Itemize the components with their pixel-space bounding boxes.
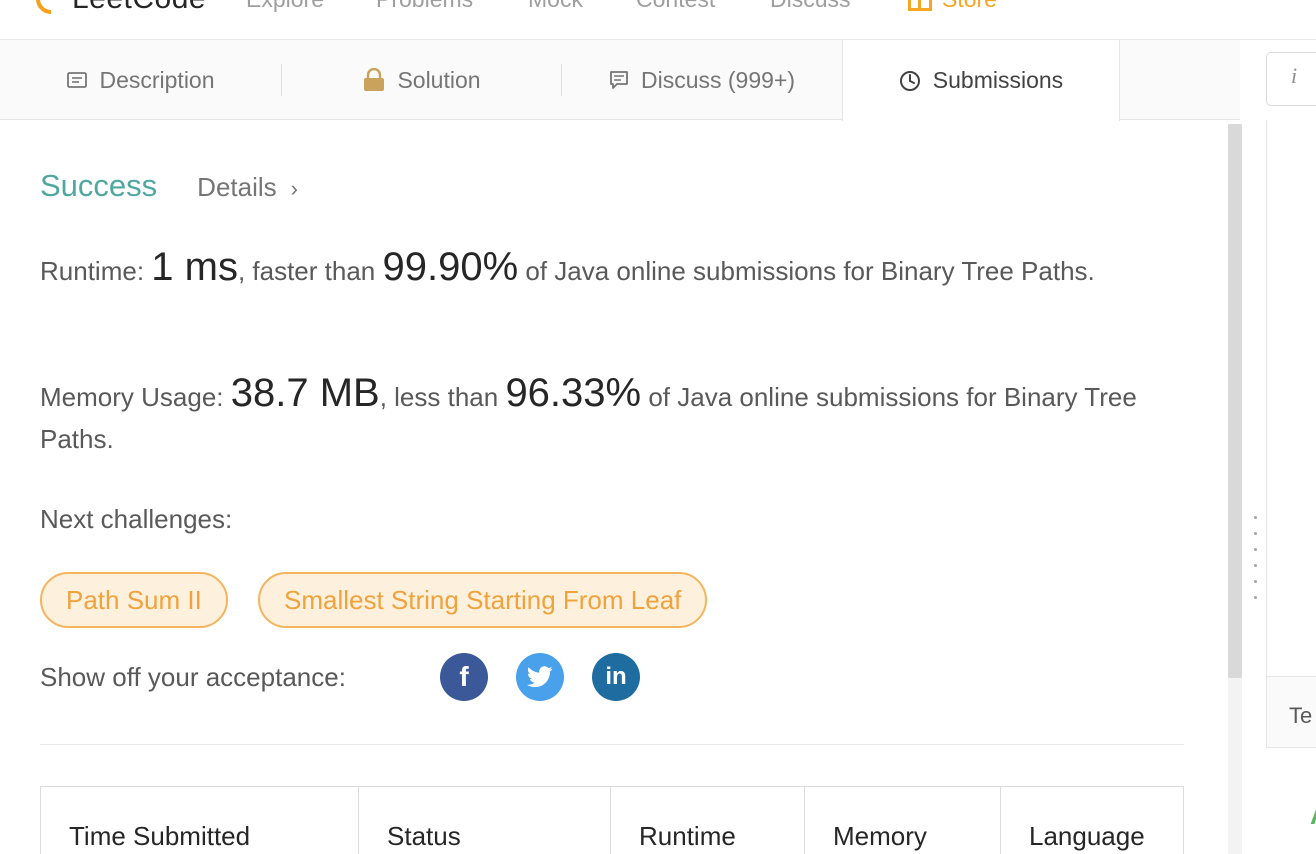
linkedin-icon: in	[605, 663, 627, 690]
logo-text: LeetCode	[72, 0, 206, 16]
memory-stat: Memory Usage: 38.7 MB, less than 96.33% …	[40, 372, 1184, 460]
details-link[interactable]: Details ›	[197, 172, 298, 203]
nav-discuss[interactable]: Discuss	[770, 0, 851, 13]
info-button[interactable]: i	[1266, 52, 1316, 106]
content-scrollbar-thumb[interactable]	[1228, 124, 1242, 678]
runtime-percent: 99.90%	[382, 245, 519, 289]
status-success: Success	[40, 168, 158, 203]
code-editor-gutter[interactable]	[1266, 120, 1316, 676]
chevron-right-icon: ›	[290, 176, 298, 201]
nav-mock[interactable]: Mock	[528, 0, 583, 13]
top-navbar: LeetCode Explore Problems Mock Contest D…	[0, 0, 1316, 40]
runtime-mid: , faster than	[237, 256, 383, 286]
nav-contest[interactable]: Contest	[636, 0, 715, 13]
tab-discuss-label: Discuss (999+)	[640, 66, 796, 93]
accepted-text: A	[1310, 800, 1316, 831]
comment-icon	[609, 70, 629, 90]
facebook-icon: f	[459, 661, 469, 692]
leetcode-logo-icon	[29, 0, 73, 21]
nav-store-label: Store	[942, 0, 997, 12]
resize-handle[interactable]	[1252, 516, 1258, 606]
lock-icon	[363, 68, 385, 92]
runtime-stat: Runtime: 1 ms, faster than 99.90% of Jav…	[40, 246, 1184, 292]
nav-store[interactable]: Store	[908, 0, 997, 13]
memory-mid: , less than	[379, 382, 506, 412]
logo[interactable]: LeetCode	[29, 0, 206, 21]
store-icon	[908, 0, 932, 11]
facebook-share-button[interactable]: f	[440, 653, 488, 701]
result-header: Success Details ›	[40, 168, 298, 204]
challenge-chip-path-sum-ii[interactable]: Path Sum II	[40, 572, 228, 628]
next-challenges-label: Next challenges:	[40, 504, 233, 534]
tab-discuss[interactable]: Discuss (999+)	[562, 40, 842, 120]
challenge-chip-smallest-string[interactable]: Smallest String Starting From Leaf	[258, 572, 708, 628]
column-header-memory[interactable]: Memory	[805, 787, 1001, 854]
submissions-table-header: Time Submitted Status Runtime Memory Lan…	[40, 786, 1184, 854]
twitter-icon	[527, 666, 553, 688]
testcase-tab[interactable]: Te	[1266, 676, 1316, 748]
memory-value: 38.7 MB	[230, 371, 380, 415]
runtime-value: 1 ms	[151, 245, 238, 289]
details-label: Details	[197, 172, 277, 202]
tab-solution-label: Solution	[397, 66, 481, 93]
linkedin-share-button[interactable]: in	[592, 653, 640, 701]
runtime-tail: of Java online submissions for Binary Tr…	[518, 256, 1095, 286]
problem-tabs: Description Solution Discuss (999+) Subm…	[0, 40, 1240, 121]
tab-submissions-label: Submissions	[932, 67, 1064, 93]
column-header-language[interactable]: Language	[1001, 787, 1183, 854]
share-label: Show off your acceptance:	[40, 662, 346, 692]
runtime-label: Runtime:	[40, 256, 152, 286]
clock-icon	[899, 70, 921, 92]
code-editor-pane: i Te A	[1244, 40, 1316, 854]
column-header-status[interactable]: Status	[359, 787, 611, 854]
twitter-share-button[interactable]	[516, 653, 564, 701]
memory-label: Memory Usage:	[40, 382, 231, 412]
divider	[40, 744, 1184, 745]
tab-solution[interactable]: Solution	[282, 40, 562, 120]
tab-submissions[interactable]: Submissions	[842, 40, 1120, 121]
column-header-runtime[interactable]: Runtime	[611, 787, 805, 854]
nav-problems[interactable]: Problems	[376, 0, 473, 13]
column-header-time-submitted[interactable]: Time Submitted	[41, 787, 359, 854]
nav-explore[interactable]: Explore	[246, 0, 324, 13]
description-icon	[67, 72, 88, 88]
tab-description[interactable]: Description	[0, 40, 282, 120]
tab-description-label: Description	[99, 66, 215, 93]
memory-percent: 96.33%	[505, 371, 642, 415]
